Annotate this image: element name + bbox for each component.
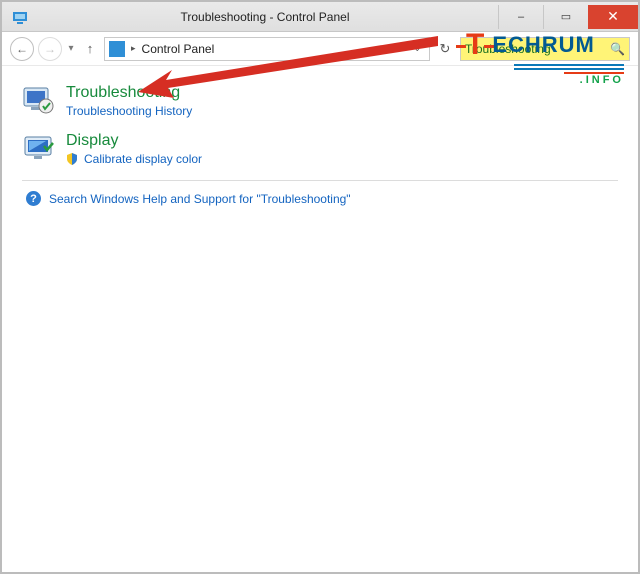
result-troubleshooting: Troubleshooting Troubleshooting History bbox=[22, 84, 618, 118]
up-button[interactable]: ↑ bbox=[80, 41, 100, 56]
results-pane: Troubleshooting Troubleshooting History … bbox=[2, 66, 638, 206]
address-bar[interactable]: ▸ Control Panel ⌄ bbox=[104, 37, 430, 61]
close-button[interactable]: ✕ bbox=[588, 5, 638, 29]
troubleshooting-history-link[interactable]: Troubleshooting History bbox=[66, 104, 192, 118]
window-controls: – ▭ ✕ bbox=[498, 5, 638, 29]
chevron-right-icon: ▸ bbox=[131, 43, 136, 54]
troubleshooting-link[interactable]: Troubleshooting bbox=[66, 84, 192, 102]
display-icon bbox=[22, 132, 56, 166]
breadcrumb-control-panel[interactable]: Control Panel bbox=[142, 42, 215, 56]
titlebar: Troubleshooting - Control Panel – ▭ ✕ bbox=[2, 2, 638, 32]
back-button[interactable]: ← bbox=[10, 37, 34, 61]
search-help-label: Search Windows Help and Support for "Tro… bbox=[49, 192, 351, 206]
recent-dropdown[interactable]: ▾ bbox=[66, 43, 76, 54]
minimize-button[interactable]: – bbox=[498, 5, 543, 29]
forward-button[interactable]: → bbox=[38, 37, 62, 61]
navigation-bar: ← → ▾ ↑ ▸ Control Panel ⌄ ↻ 🔍 bbox=[2, 32, 638, 66]
troubleshooting-icon bbox=[22, 84, 56, 118]
search-help-link[interactable]: ? Search Windows Help and Support for "T… bbox=[22, 189, 618, 206]
search-icon: 🔍 bbox=[610, 42, 625, 56]
app-icon bbox=[8, 5, 32, 29]
display-link[interactable]: Display bbox=[66, 132, 202, 150]
help-icon: ? bbox=[26, 191, 41, 206]
results-divider bbox=[22, 180, 618, 181]
shield-icon bbox=[66, 153, 78, 165]
result-display: Display Calibrate display color bbox=[22, 132, 618, 166]
maximize-button[interactable]: ▭ bbox=[543, 5, 588, 29]
search-input[interactable] bbox=[465, 42, 610, 56]
address-dropdown[interactable]: ⌄ bbox=[409, 43, 425, 54]
window-title: Troubleshooting - Control Panel bbox=[32, 10, 498, 24]
control-panel-icon bbox=[109, 41, 125, 57]
calibrate-display-link[interactable]: Calibrate display color bbox=[84, 152, 202, 166]
refresh-button[interactable]: ↻ bbox=[434, 37, 456, 61]
search-box[interactable]: 🔍 bbox=[460, 37, 630, 61]
